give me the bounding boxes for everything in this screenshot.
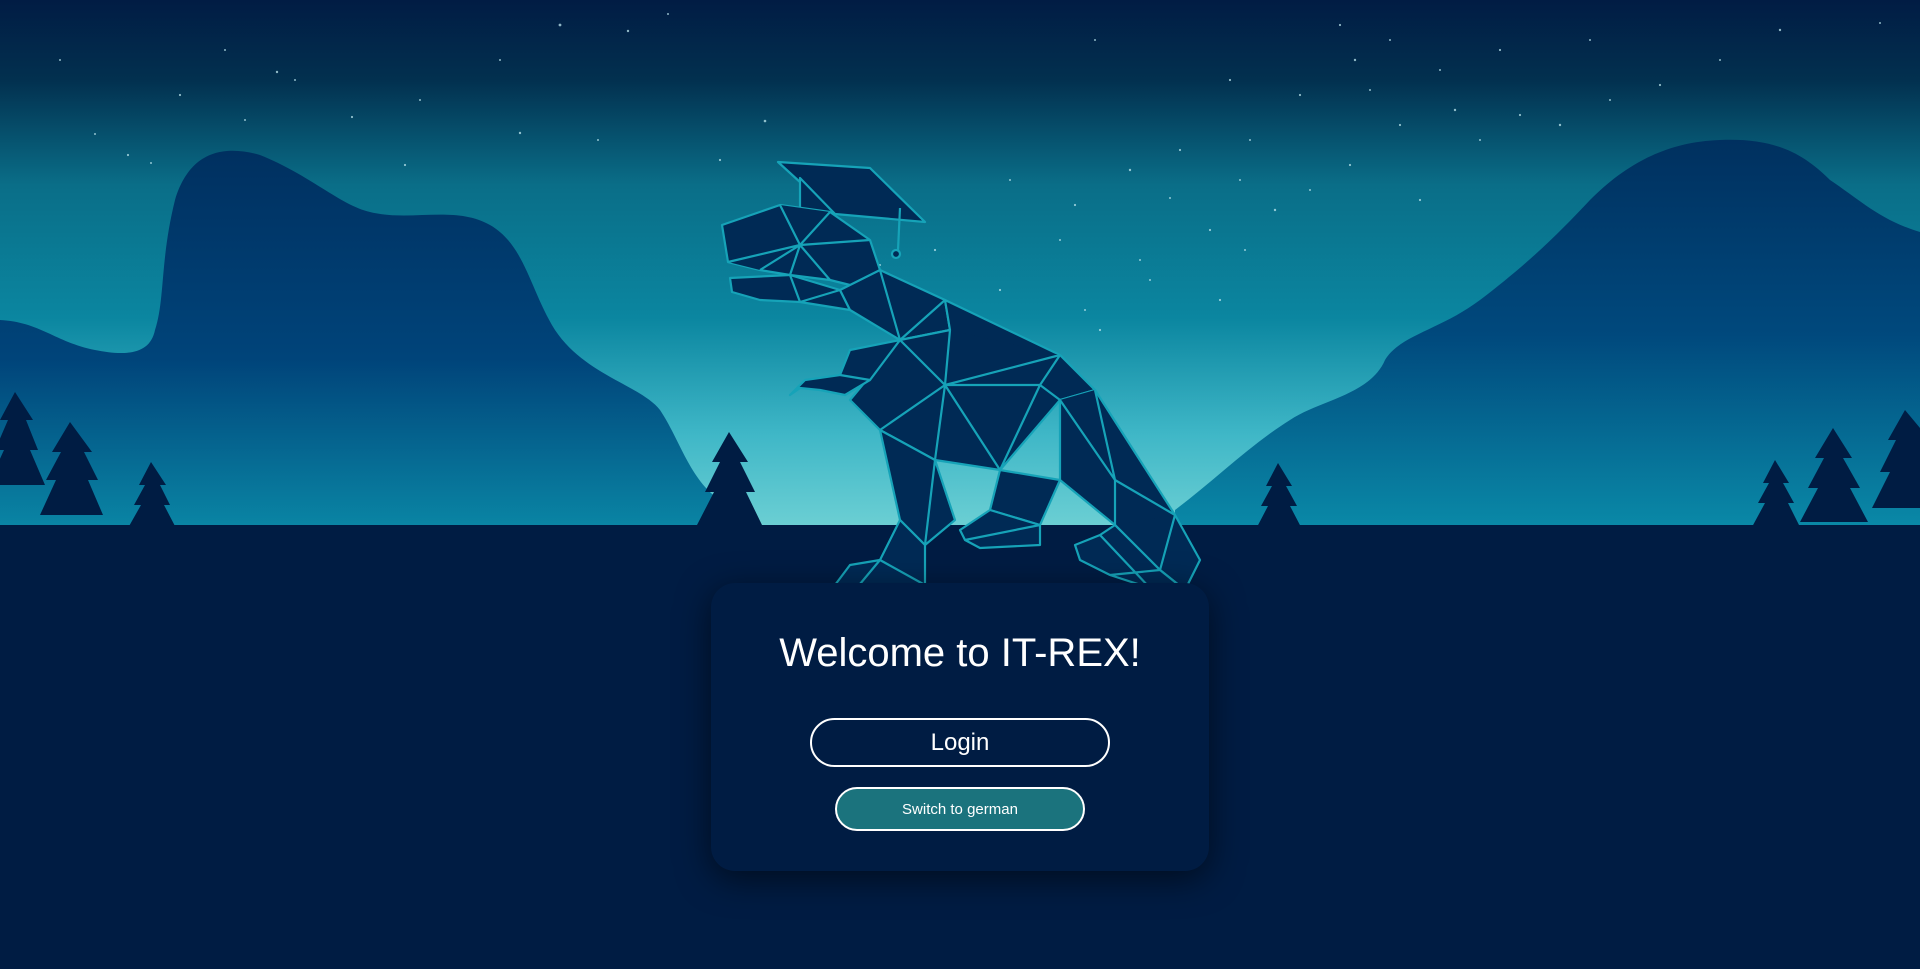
login-button[interactable]: Login xyxy=(810,718,1110,767)
welcome-card: Welcome to IT-REX! Login Switch to germa… xyxy=(711,583,1209,871)
welcome-page: Welcome to IT-REX! Login Switch to germa… xyxy=(0,0,1920,969)
page-title: Welcome to IT-REX! xyxy=(779,631,1141,675)
switch-language-button[interactable]: Switch to german xyxy=(835,787,1085,831)
